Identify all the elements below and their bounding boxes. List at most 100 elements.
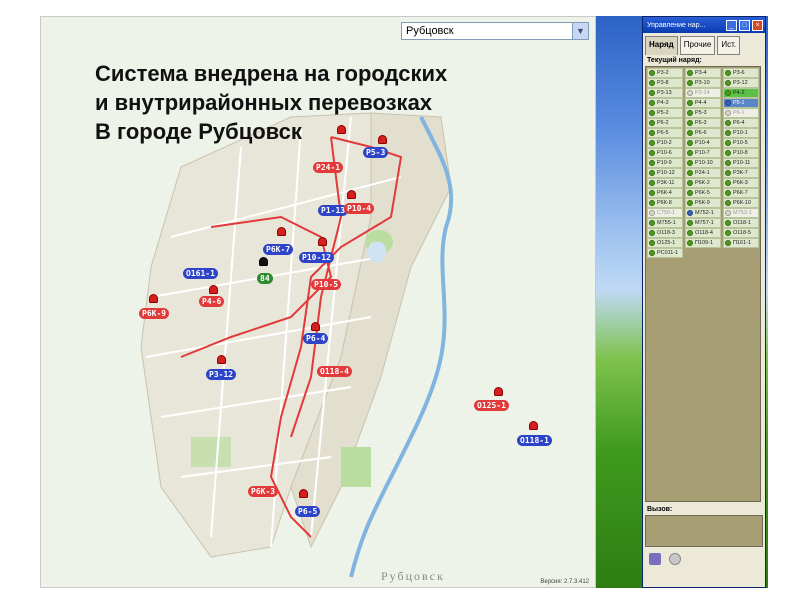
route-item[interactable]: Р3-4 [685,68,721,78]
route-item[interactable]: О118-5 [723,228,759,238]
route-label[interactable]: Р6К-9 [139,308,170,319]
bus-marker-icon[interactable] [299,489,308,498]
chevron-down-icon[interactable]: ▼ [572,23,588,39]
route-item[interactable]: Р3К-7 [723,168,759,178]
route-label[interactable]: Р24-1 [313,162,344,173]
bus-marker-icon[interactable] [217,355,226,364]
tab-naryad[interactable]: Наряд [645,36,678,55]
maximize-icon[interactable]: □ [739,19,750,31]
title-bar[interactable]: Управление нар... _ □ × [643,17,765,33]
route-item[interactable]: Р10-9 [647,158,683,168]
message-icon[interactable] [649,553,661,565]
route-item[interactable]: РС011-1 [647,248,683,258]
route-label[interactable]: Р10-12 [299,252,334,263]
route-item[interactable]: Р3-14 [685,88,721,98]
route-item[interactable]: Р6К-9 [685,198,721,208]
route-item[interactable]: Р5-2 [647,108,683,118]
route-item[interactable]: Р3-8 [647,78,683,88]
route-label[interactable]: О118-4 [317,366,352,377]
route-item[interactable]: Р6-1 [723,108,759,118]
route-label[interactable]: Р3-12 [206,369,237,380]
route-label[interactable]: О125-1 [474,400,509,411]
tab-history[interactable]: Ист. [717,36,741,55]
route-item[interactable]: П109-1 [685,238,721,248]
route-item[interactable]: Р10-1 [723,128,759,138]
route-item[interactable]: Р5-3 [685,108,721,118]
route-item[interactable]: Р6К-8 [647,198,683,208]
bus-marker-icon[interactable] [318,237,327,246]
tab-other[interactable]: Прочие [679,36,716,55]
route-item[interactable]: Р6К-2 [685,178,721,188]
route-item[interactable]: С750-1 [647,208,683,218]
bus-marker-icon[interactable] [209,285,218,294]
route-item[interactable]: М757-1 [685,218,721,228]
route-item[interactable]: Р10-2 [647,138,683,148]
route-label[interactable]: Р6К-3 [248,486,279,497]
route-item[interactable]: О118-1 [723,218,759,228]
route-item[interactable]: Р6К-3 [723,178,759,188]
route-item[interactable]: М753-1 [723,208,759,218]
route-item[interactable]: Р4-2 [723,88,759,98]
bus-marker-icon[interactable] [149,294,158,303]
bus-marker-icon[interactable] [529,421,538,430]
bus-marker-icon[interactable] [277,227,286,236]
call-list[interactable] [645,515,763,547]
city-select[interactable]: Рубцовск ▼ [401,22,589,40]
route-item[interactable]: Р6-3 [685,118,721,128]
route-item[interactable]: О118-3 [647,228,683,238]
route-item[interactable]: Р10-11 [723,158,759,168]
bus-marker-icon[interactable] [337,125,346,134]
bus-marker-icon[interactable] [259,257,268,266]
route-label[interactable]: 84 [257,273,273,284]
route-item[interactable]: М752-1 [685,208,721,218]
route-item[interactable]: Р5-1 [723,98,759,108]
route-item[interactable]: О125-1 [647,238,683,248]
route-item[interactable]: Р6К-10 [723,198,759,208]
route-item[interactable]: Р3-6 [723,68,759,78]
route-item[interactable]: Р3-10 [685,78,721,88]
route-label[interactable]: Р10-4 [344,203,375,214]
route-item[interactable]: Р10-6 [647,148,683,158]
city-map[interactable]: Рубцовск ▼ Система внедрена на городских… [40,16,596,588]
route-label[interactable]: Р6-4 [303,333,329,344]
bus-marker-icon[interactable] [311,322,320,331]
route-item[interactable]: Р4-3 [647,98,683,108]
route-item[interactable]: Р3-2 [647,68,683,78]
route-item[interactable]: Р10-12 [647,168,683,178]
route-item[interactable]: Р10-8 [723,148,759,158]
route-label[interactable]: Р10-5 [311,279,342,290]
phone-icon[interactable] [669,553,681,565]
bus-marker-icon[interactable] [347,190,356,199]
route-item[interactable]: Р3-12 [723,78,759,88]
route-item[interactable]: Р10-10 [685,158,721,168]
route-item[interactable]: Р10-4 [685,138,721,148]
route-item[interactable]: Р3К-11 [647,178,683,188]
route-item[interactable]: Р6К-7 [723,188,759,198]
route-label[interactable]: Р4-6 [199,296,225,307]
route-label[interactable]: О118-1 [517,435,552,446]
status-dot-icon [725,220,731,226]
route-item[interactable]: Р24-1 [685,168,721,178]
route-item[interactable]: Р6-4 [723,118,759,128]
route-item[interactable]: Р6-2 [647,118,683,128]
close-icon[interactable]: × [752,19,763,31]
route-label[interactable]: Р6-5 [295,506,321,517]
bus-marker-icon[interactable] [494,387,503,396]
route-item[interactable]: О118-4 [685,228,721,238]
route-item[interactable]: Р6К-5 [685,188,721,198]
route-item[interactable]: Р10-5 [723,138,759,148]
route-label[interactable]: Р6К-7 [263,244,294,255]
route-item[interactable]: Р6-5 [647,128,683,138]
route-label[interactable]: Р5-3 [363,147,389,158]
route-item-label: Р4-4 [695,100,707,106]
route-item[interactable]: Р6-6 [685,128,721,138]
route-item[interactable]: Р3-13 [647,88,683,98]
route-item[interactable]: П161-1 [723,238,759,248]
bus-marker-icon[interactable] [378,135,387,144]
route-item[interactable]: Р10-7 [685,148,721,158]
route-item[interactable]: М755-1 [647,218,683,228]
route-item[interactable]: Р4-4 [685,98,721,108]
minimize-icon[interactable]: _ [726,19,737,31]
route-label[interactable]: О161-1 [183,268,218,279]
route-item[interactable]: Р6К-4 [647,188,683,198]
